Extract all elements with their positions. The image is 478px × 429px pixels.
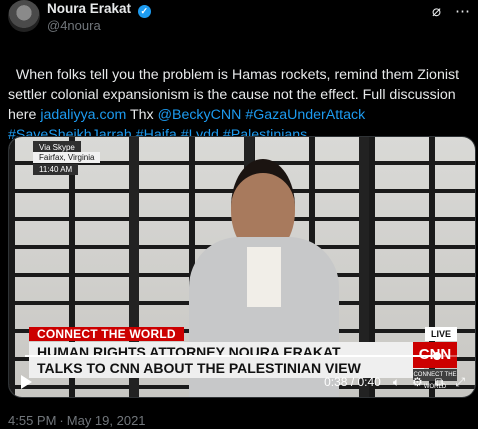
author-handle[interactable]: @4noura bbox=[47, 18, 101, 33]
video-progress-bar[interactable] bbox=[25, 352, 459, 360]
location-label: Fairfax, Virginia bbox=[33, 152, 101, 163]
video-time: 0:38 / 0:40 bbox=[324, 375, 381, 389]
settings-icon[interactable]: ⚙ bbox=[412, 375, 423, 389]
tweet-text: When folks tell you the problem is Hamas… bbox=[8, 45, 470, 145]
tweet-timestamp[interactable]: 4:55 PM · May 19, 2021 bbox=[8, 413, 146, 428]
speaker-shirt bbox=[247, 247, 281, 307]
play-icon[interactable] bbox=[21, 375, 32, 389]
header-actions: ⌀ ⋯ bbox=[432, 2, 470, 20]
video-progress-fill bbox=[25, 355, 438, 357]
mention-link[interactable]: @BeckyCNN bbox=[158, 107, 242, 123]
tweet-date[interactable]: May 19, 2021 bbox=[67, 413, 146, 428]
hashtag-link[interactable]: #GazaUnderAttack bbox=[245, 107, 365, 123]
program-banner: CONNECT THE WORLD bbox=[29, 327, 184, 341]
broadcast-time: 11:40 AM bbox=[33, 164, 79, 175]
more-options-icon[interactable]: ⋯ bbox=[455, 2, 470, 20]
author-avatar[interactable] bbox=[8, 0, 40, 32]
author-name[interactable]: Noura Erakat bbox=[47, 1, 131, 16]
author-name-row[interactable]: Noura Erakat ✓ bbox=[47, 1, 151, 18]
tweet-time[interactable]: 4:55 PM bbox=[8, 413, 56, 428]
lower-third-line1: HUMAN RIGHTS ATTORNEY NOURA ERAKAT bbox=[37, 344, 341, 360]
tweet-thanks-text: Thx bbox=[126, 107, 158, 123]
pip-icon[interactable]: ⧉ bbox=[435, 375, 444, 390]
verified-badge-icon: ✓ bbox=[137, 5, 151, 18]
volume-icon[interactable]: 🔈︎ bbox=[393, 375, 400, 390]
video-player[interactable]: Via Skype Fairfax, Virginia 11:40 AM CON… bbox=[8, 136, 476, 398]
separator: · bbox=[59, 413, 64, 428]
grok-icon[interactable]: ⌀ bbox=[432, 2, 441, 20]
video-controls: 0:38 / 0:40 🔈︎ ⚙ ⧉ ⤢ bbox=[21, 372, 465, 392]
article-link[interactable]: jadaliyya.com bbox=[40, 107, 126, 123]
fullscreen-icon[interactable]: ⤢ bbox=[455, 375, 465, 390]
live-badge: LIVE bbox=[425, 327, 457, 341]
